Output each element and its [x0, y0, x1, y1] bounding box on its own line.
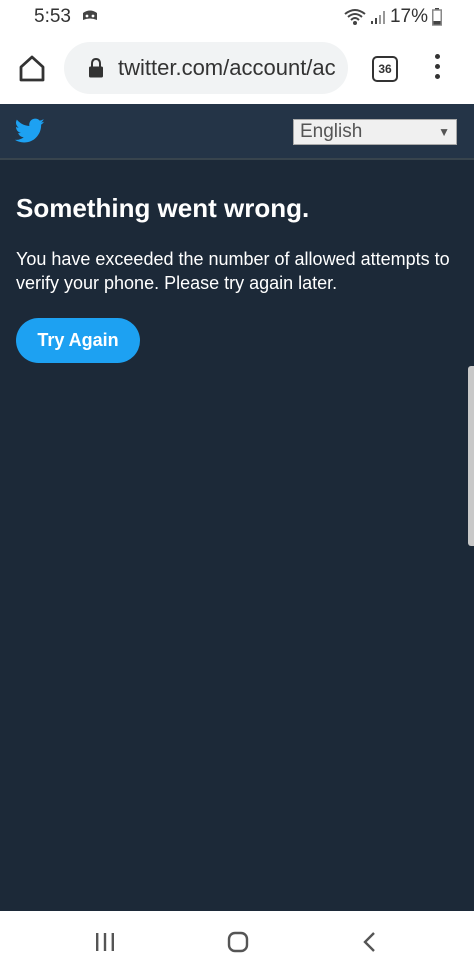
phone-screen: 5:53 17% twitter.com/account/ac 36 Engli…: [0, 0, 474, 974]
back-icon[interactable]: [362, 931, 376, 953]
page-header: English ▼: [0, 104, 474, 160]
dropdown-arrow-icon: ▼: [438, 125, 450, 139]
status-time: 5:53: [34, 6, 71, 27]
error-message: You have exceeded the number of allowed …: [16, 249, 450, 293]
nav-home-icon[interactable]: [227, 931, 249, 953]
tabs-icon[interactable]: 36: [372, 56, 398, 82]
battery-percent: 17%: [389, 6, 428, 27]
home-icon[interactable]: [17, 53, 47, 83]
status-indicators: 17%: [344, 6, 442, 28]
twitter-bird-icon[interactable]: [15, 118, 45, 144]
error-title: Something went wrong.: [16, 193, 310, 223]
signal-icon: [370, 11, 385, 24]
recents-icon[interactable]: [94, 932, 116, 952]
more-vert-icon[interactable]: [430, 54, 444, 84]
status-bar: 5:53 17%: [0, 0, 474, 34]
scrollbar[interactable]: [468, 366, 474, 546]
lock-icon: [89, 58, 103, 78]
language-select[interactable]: English ▼: [293, 119, 457, 145]
page-content: English ▼ Something went wrong. You have…: [0, 104, 474, 911]
try-again-button[interactable]: Try Again: [16, 318, 140, 363]
browser-toolbar: twitter.com/account/ac 36: [0, 34, 474, 104]
system-nav-bar: [0, 911, 474, 974]
url-text: twitter.com/account/ac: [118, 55, 336, 80]
notification-app-icon: [83, 10, 97, 20]
battery-icon: [432, 8, 442, 26]
language-select-value: English: [300, 121, 363, 142]
wifi-icon: [344, 9, 366, 25]
address-bar[interactable]: twitter.com/account/ac: [64, 42, 348, 94]
